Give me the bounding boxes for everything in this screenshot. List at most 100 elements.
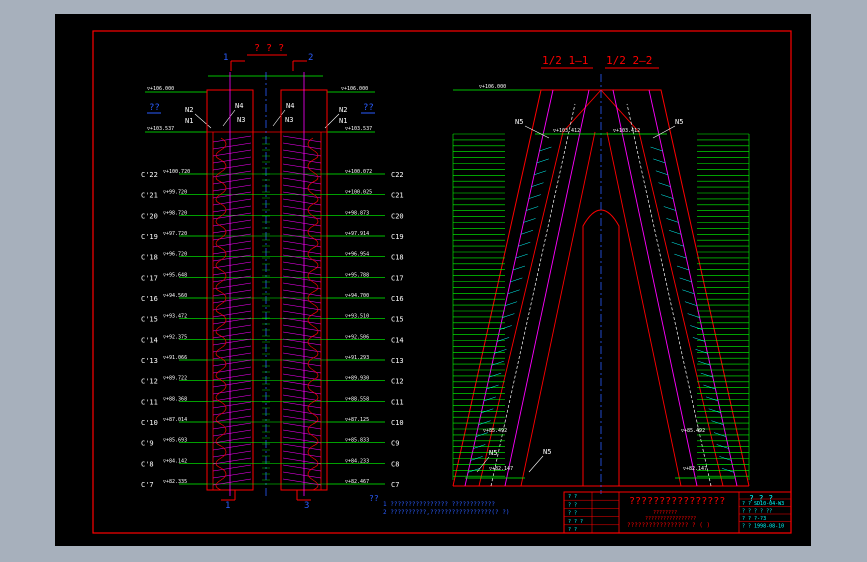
level-elev-right: ▽+95.788: [345, 272, 369, 278]
section-magenta-left-1: [464, 89, 554, 487]
callout-n2-left: N2: [185, 106, 193, 114]
pier-rebar-curve: [215, 159, 227, 183]
pier-hatch: [212, 226, 252, 234]
title-block-drawing-name: ????????????????? ? ( ): [627, 522, 710, 529]
pier-hatch: [212, 415, 252, 423]
level-code-left: C'17: [141, 274, 158, 282]
section-hatch-right: [711, 420, 724, 425]
title-block-right-cell: ? ? ? ? ??: [742, 509, 772, 515]
pier-hatch: [212, 254, 252, 262]
pier-rebar-curve: [307, 159, 319, 183]
pier-hatch: [212, 345, 252, 353]
title-block-left-cell: ? ?: [568, 527, 577, 533]
title-block-left-cell: ? ?: [568, 511, 577, 517]
pier-hatch: [212, 394, 252, 402]
section-hatch-right: [706, 396, 719, 402]
level-code-left: C'8: [141, 460, 154, 468]
pier-hatch: [212, 275, 252, 283]
pier-hatch: [212, 247, 252, 255]
level-code-left: C'7: [141, 481, 154, 489]
section-hatch-right: [671, 241, 684, 247]
pier-hatch: [282, 261, 322, 269]
level-code-right: C11: [391, 398, 404, 406]
section-mark-tr: 2: [308, 53, 313, 63]
pier-rebar-curve: [215, 181, 227, 205]
pier-hatch: [212, 324, 252, 332]
callout-n1-right: N1: [339, 117, 347, 125]
pier-hatch: [282, 233, 322, 241]
pier-hatch: [282, 310, 322, 318]
section-hatch-left: [499, 325, 512, 330]
section-hatch-right: [650, 146, 663, 152]
section-hatch-right: [663, 206, 676, 211]
section-hatch-left: [478, 420, 491, 425]
pier-rebar-curve: [215, 379, 227, 403]
pier-hatch: [212, 359, 252, 367]
section-n5-tl-leader: [524, 125, 550, 139]
pier-hatch: [282, 401, 322, 409]
pier-hatch: [282, 142, 322, 150]
pier-rebar-curve: [307, 467, 319, 491]
pier-hatch: [212, 142, 252, 150]
section-n5-bm: N5: [543, 448, 551, 456]
level-elev-left: ▽+82.335: [163, 479, 187, 485]
pier-hatch: [282, 387, 322, 395]
callout-leader-3: [272, 109, 286, 127]
level-code-right: C12: [391, 378, 404, 386]
title-block-left-rows: ? ? ? ? ? ? ? ? ? ? ?: [564, 494, 619, 533]
pier-hatch: [282, 345, 322, 353]
level-code-left: C'10: [141, 419, 158, 427]
section-mark-bl: 1: [225, 501, 230, 511]
section-hatch-left: [515, 253, 528, 259]
section-hatch-left: [520, 230, 534, 235]
section-magenta-left-2: [504, 89, 590, 487]
pier-hatch: [212, 464, 252, 472]
pier-rebar-curve: [215, 313, 227, 337]
pier-hatch: [212, 450, 252, 458]
left-elevation-hatching: [212, 135, 322, 491]
level-code-left: C'11: [141, 398, 158, 406]
level-code-left: C'12: [141, 378, 158, 386]
level-code-left: C'15: [141, 316, 158, 324]
title-block: ? ? ? ? ? ? ? ? ? ? ? ? ? SD10-04-W3? ? ? ? …: [563, 491, 792, 534]
level-elev-left: ▽+96.720: [163, 252, 187, 258]
drawing-border: [92, 30, 792, 534]
pier-hatch: [282, 191, 322, 199]
level-code-right: C21: [391, 192, 404, 200]
section-n5-tr: N5: [675, 118, 683, 126]
section-magenta-right-1: [648, 89, 738, 487]
drawing-sheet[interactable]: ? ? ? 1 2 1 3 ▽+106.000 ▽+106.000 ▽+103.…: [55, 14, 811, 546]
level-code-left: C'9: [141, 440, 154, 448]
pier-hatch: [282, 380, 322, 388]
section-hatch-left: [526, 206, 539, 211]
title-block-right-rows: ? ? SD10-04-W3? ? ? ? ??? ? ?-?3? ? 1998…: [739, 498, 791, 530]
cad-viewport[interactable]: ? ? ? 1 2 1 3 ▽+106.000 ▽+106.000 ▽+103.…: [0, 0, 867, 562]
callout-n4-left: N4: [235, 102, 243, 110]
level-code-right: C16: [391, 295, 404, 303]
pier-hatch: [212, 310, 252, 318]
level-elev-left: ▽+91.066: [163, 355, 187, 361]
pier-rebar-curve: [215, 467, 227, 491]
level-elev-right: ▽+88.558: [345, 396, 369, 402]
section-hatch-left: [494, 349, 507, 354]
level-elev-left: ▽+85.693: [163, 438, 187, 444]
pier-hatch: [212, 352, 252, 360]
pier-hatch: [212, 366, 252, 374]
section-elev-lower-r: ▽+85.492: [681, 428, 705, 434]
section-hatch-right: [684, 301, 698, 306]
pier-hatch: [282, 359, 322, 367]
section-hatch-left: [518, 241, 531, 247]
section-hatch-right: [661, 194, 674, 199]
level-code-left: C'21: [141, 192, 158, 200]
level-code-right: C8: [391, 460, 399, 468]
level-code-right: C9: [391, 440, 399, 448]
level-elev-left: ▽+87.014: [163, 417, 187, 423]
pier-hatch: [212, 205, 252, 213]
level-code-right: C18: [391, 254, 404, 262]
section-hatch-right: [655, 170, 668, 176]
notes-block: ?? 1 ???????????????? ???????????? 2 ???…: [369, 494, 509, 516]
pier-hatch: [212, 233, 252, 241]
top-elev-right: ▽+106.000: [341, 86, 368, 92]
level-elev-right: ▽+93.510: [345, 314, 369, 320]
notes-line-1: 1 ???????????????? ????????????: [383, 501, 495, 508]
